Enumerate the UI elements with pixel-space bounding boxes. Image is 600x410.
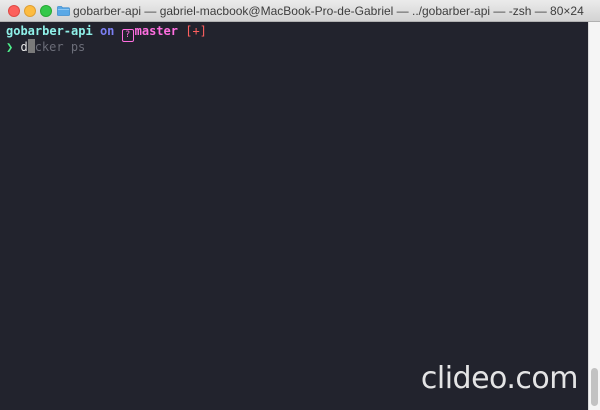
folder-icon: [57, 6, 70, 16]
minimize-button[interactable]: [24, 5, 36, 17]
prompt-info-line: gobarber-api on ? master [+]: [6, 23, 582, 42]
text-cursor: [27, 39, 35, 53]
on-word: on: [99, 24, 115, 38]
watermark: clideo.com: [420, 361, 579, 396]
title-bar[interactable]: gobarber-api — gabriel-macbook@MacBook-P…: [0, 0, 600, 22]
prompt-symbol: ❯: [6, 40, 14, 54]
window-title: gobarber-api — gabriel-macbook@MacBook-P…: [73, 4, 584, 18]
git-branch-icon: ?: [121, 29, 134, 42]
git-status: [+]: [185, 24, 207, 38]
vertical-scrollbar[interactable]: [588, 22, 600, 410]
command-line[interactable]: ❯ d cker ps: [6, 39, 582, 55]
zoom-button[interactable]: [40, 5, 52, 17]
current-directory: gobarber-api: [6, 24, 93, 38]
git-branch: master: [134, 24, 178, 38]
typed-command: d: [20, 40, 28, 54]
terminal-content[interactable]: gobarber-api on ? master [+] ❯ d cker ps: [0, 22, 588, 410]
close-button[interactable]: [8, 5, 20, 17]
terminal-window: gobarber-api — gabriel-macbook@MacBook-P…: [0, 0, 600, 410]
autosuggestion: cker ps: [34, 40, 86, 54]
scrollbar-thumb[interactable]: [591, 368, 598, 406]
